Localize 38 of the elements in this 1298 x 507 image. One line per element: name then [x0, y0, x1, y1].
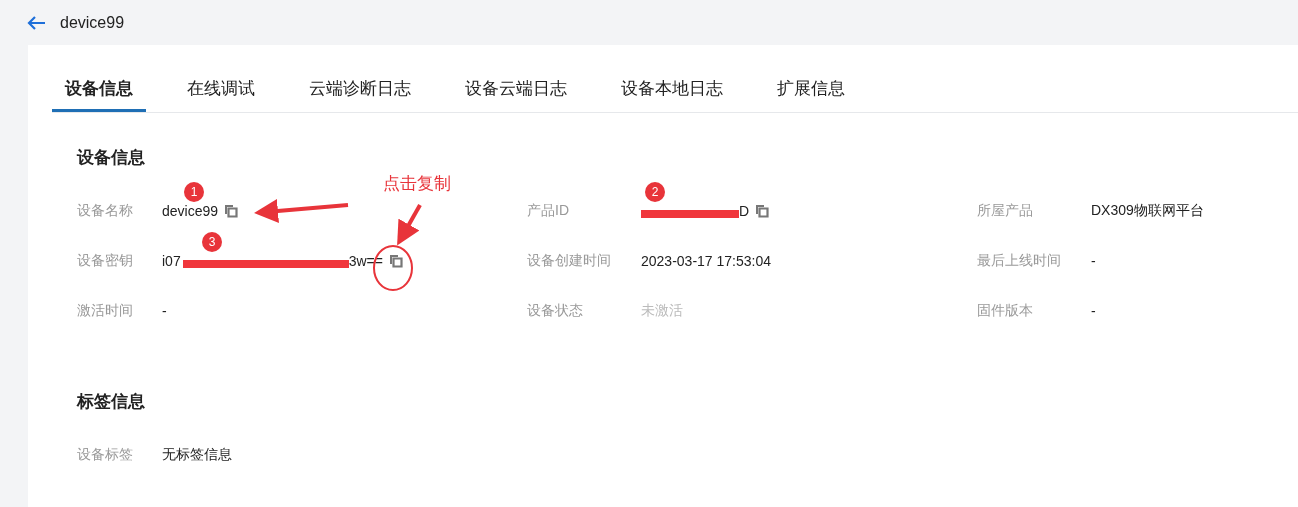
copy-icon[interactable]	[755, 204, 770, 218]
field-label: 设备创建时间	[527, 252, 612, 270]
page-title: device99	[60, 13, 125, 32]
tab[interactable]: 设备云端日志	[452, 71, 580, 112]
tab[interactable]: 设备信息	[52, 71, 146, 112]
tab[interactable]: 扩展信息	[764, 71, 858, 112]
field-value: -	[1091, 303, 1096, 319]
field-value: 未激活	[641, 302, 683, 320]
number-badge: 3	[202, 232, 222, 252]
number-badge: 1	[184, 182, 204, 202]
copy-icon[interactable]	[388, 254, 403, 268]
section-title: 标签信息	[77, 392, 145, 412]
field-label: 激活时间	[77, 302, 134, 320]
field-value: 2023-03-17 17:53:04	[641, 253, 771, 269]
tab[interactable]: 设备本地日志	[608, 71, 736, 112]
field-value: device99	[162, 203, 219, 219]
field-value: -	[162, 303, 167, 319]
field-label: 最后上线时间	[977, 252, 1062, 270]
field-value: i07	[162, 253, 181, 269]
field-value: -	[1091, 253, 1096, 269]
field-value: D	[739, 203, 750, 219]
field-label: 固件版本	[977, 302, 1034, 320]
copy-icon[interactable]	[224, 204, 239, 218]
field-label: 设备标签	[77, 446, 134, 464]
annotation-arrow	[397, 204, 422, 246]
field-label: 设备名称	[77, 202, 134, 220]
field-label: 设备状态	[527, 302, 584, 320]
field-value: 无标签信息	[162, 446, 232, 464]
section-title: 设备信息	[77, 148, 145, 168]
number-badge: 2	[645, 182, 665, 202]
field-label: 所屋产品	[977, 202, 1034, 220]
tab[interactable]: 云端诊断日志	[296, 71, 424, 112]
back-arrow-icon[interactable]	[26, 14, 46, 31]
annotation-text: 点击复制	[383, 173, 451, 195]
field-value: DX309物联网平台	[1091, 202, 1204, 220]
field-label: 设备密钥	[77, 252, 134, 270]
field-label: 产品ID	[527, 202, 570, 220]
tab[interactable]: 在线调试	[174, 71, 268, 112]
